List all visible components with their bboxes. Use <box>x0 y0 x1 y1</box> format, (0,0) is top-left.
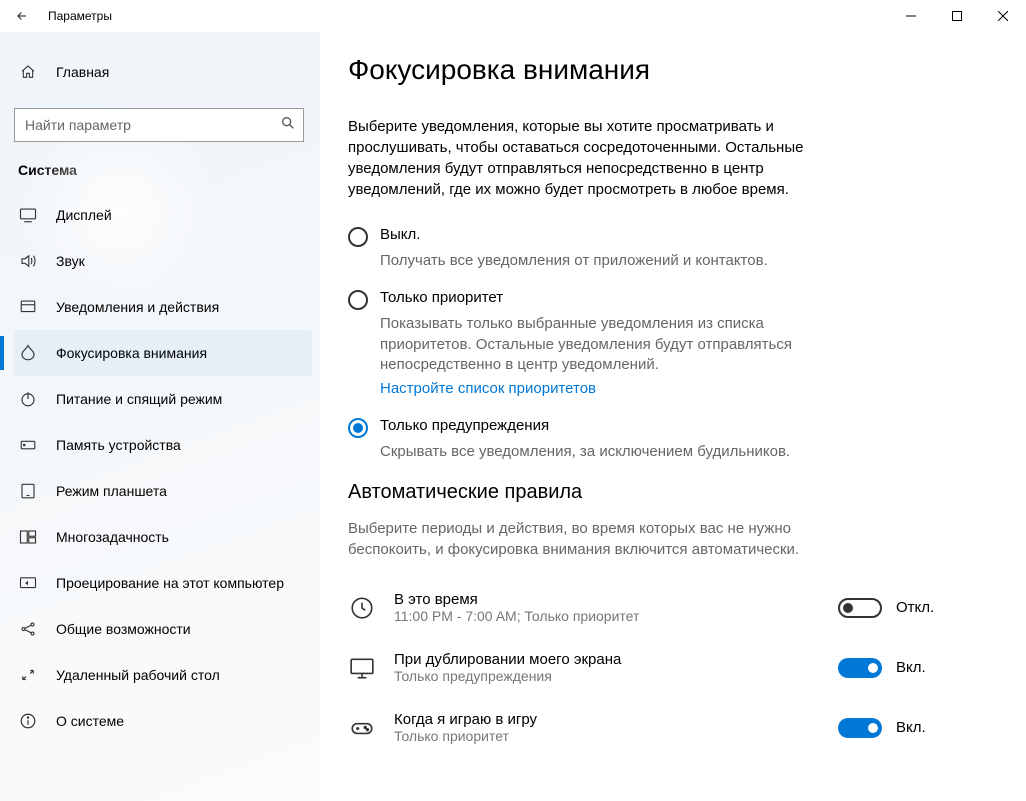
page-title: Фокусировка внимания <box>348 54 946 86</box>
storage-icon <box>18 436 38 454</box>
focus-icon <box>18 344 38 362</box>
rule-sub: Только предупреждения <box>394 668 838 684</box>
gamepad-icon <box>348 714 376 742</box>
back-button[interactable] <box>6 0 38 32</box>
radio-label: Только предупреждения <box>380 417 549 434</box>
auto-desc: Выберите периоды и действия, во время ко… <box>348 518 828 560</box>
radio-circle <box>348 290 368 310</box>
rule-sub: Только приоритет <box>394 728 838 744</box>
toggle-game[interactable] <box>838 718 882 738</box>
rule-title: При дублировании моего экрана <box>394 651 838 668</box>
radio-alarms-sub: Скрывать все уведомления, за исключением… <box>380 442 820 462</box>
toggle-state: Вкл. <box>896 659 946 676</box>
nav-display[interactable]: Дисплей <box>14 192 312 238</box>
radio-label: Выкл. <box>380 226 420 243</box>
nav-storage[interactable]: Память устройства <box>14 422 312 468</box>
radio-priority[interactable]: Только приоритет <box>348 289 946 310</box>
rule-sub: 11:00 PM - 7:00 AM; Только приоритет <box>394 608 838 624</box>
radio-sub-text: Показывать только выбранные уведомления … <box>380 315 792 373</box>
nav-item-label: Режим планшета <box>56 483 167 499</box>
search-box[interactable] <box>14 108 304 142</box>
nav-sound[interactable]: Звук <box>14 238 312 284</box>
nav-multitask[interactable]: Многозадачность <box>14 514 312 560</box>
maximize-button[interactable] <box>934 0 980 32</box>
auto-heading: Автоматические правила <box>348 481 946 504</box>
nav-item-label: Дисплей <box>56 207 112 223</box>
nav-tablet[interactable]: Режим планшета <box>14 468 312 514</box>
monitor-icon <box>348 654 376 682</box>
sidebar: Главная Система Дисплей Звук Уведомления… <box>0 32 320 801</box>
rule-title: Когда я играю в игру <box>394 711 838 728</box>
radio-priority-sub: Показывать только выбранные уведомления … <box>380 314 820 399</box>
power-icon <box>18 390 38 408</box>
nav-power[interactable]: Питание и спящий режим <box>14 376 312 422</box>
minimize-button[interactable] <box>888 0 934 32</box>
toggle-state: Вкл. <box>896 719 946 736</box>
nav-home[interactable]: Главная <box>14 52 312 92</box>
rule-duplicate[interactable]: При дублировании моего экрана Только пре… <box>348 642 946 694</box>
toggle-time[interactable] <box>838 598 882 618</box>
nav-item-label: Удаленный рабочий стол <box>56 667 220 683</box>
nav-item-label: Питание и спящий режим <box>56 391 222 407</box>
titlebar: Параметры <box>0 0 1026 32</box>
nav-focus-assist[interactable]: Фокусировка внимания <box>14 330 312 376</box>
search-input[interactable] <box>14 108 304 142</box>
shared-icon <box>18 620 38 638</box>
radio-off-sub: Получать все уведомления от приложений и… <box>380 251 820 271</box>
rule-time[interactable]: В это время 11:00 PM - 7:00 AM; Только п… <box>348 582 946 634</box>
nav-item-label: Фокусировка внимания <box>56 345 207 361</box>
nav-notifications[interactable]: Уведомления и действия <box>14 284 312 330</box>
sound-icon <box>18 252 38 270</box>
info-icon <box>18 712 38 730</box>
clock-icon <box>348 594 376 622</box>
radio-label: Только приоритет <box>380 289 503 306</box>
home-icon <box>18 64 38 80</box>
nav-item-label: Проецирование на этот компьютер <box>56 575 284 591</box>
notifications-icon <box>18 298 38 316</box>
nav-item-label: Звук <box>56 253 85 269</box>
nav-about[interactable]: О системе <box>14 698 312 744</box>
project-icon <box>18 574 38 592</box>
intro-text: Выберите уведомления, которые вы хотите … <box>348 116 828 200</box>
nav-remote[interactable]: Удаленный рабочий стол <box>14 652 312 698</box>
nav-item-label: Уведомления и действия <box>56 299 219 315</box>
window-title: Параметры <box>48 9 112 23</box>
radio-circle <box>348 418 368 438</box>
toggle-state: Откл. <box>896 599 946 616</box>
nav-item-label: О системе <box>56 713 124 729</box>
nav-projecting[interactable]: Проецирование на этот компьютер <box>14 560 312 606</box>
toggle-duplicate[interactable] <box>838 658 882 678</box>
display-icon <box>18 206 38 224</box>
main-content: Фокусировка внимания Выберите уведомлени… <box>320 32 1026 801</box>
rule-title: В это время <box>394 591 838 608</box>
tablet-icon <box>18 482 38 500</box>
nav-item-label: Многозадачность <box>56 529 169 545</box>
rule-game[interactable]: Когда я играю в игру Только приоритет Вк… <box>348 702 946 754</box>
search-icon <box>280 115 296 136</box>
radio-off[interactable]: Выкл. <box>348 226 946 247</box>
close-button[interactable] <box>980 0 1026 32</box>
nav-home-label: Главная <box>56 64 109 80</box>
group-title: Система <box>18 162 312 178</box>
multitask-icon <box>18 528 38 546</box>
nav-item-label: Память устройства <box>56 437 181 453</box>
priority-list-link[interactable]: Настройте список приоритетов <box>380 379 820 399</box>
radio-alarms[interactable]: Только предупреждения <box>348 417 946 438</box>
nav-item-label: Общие возможности <box>56 621 191 637</box>
radio-circle <box>348 227 368 247</box>
remote-icon <box>18 666 38 684</box>
nav-shared[interactable]: Общие возможности <box>14 606 312 652</box>
